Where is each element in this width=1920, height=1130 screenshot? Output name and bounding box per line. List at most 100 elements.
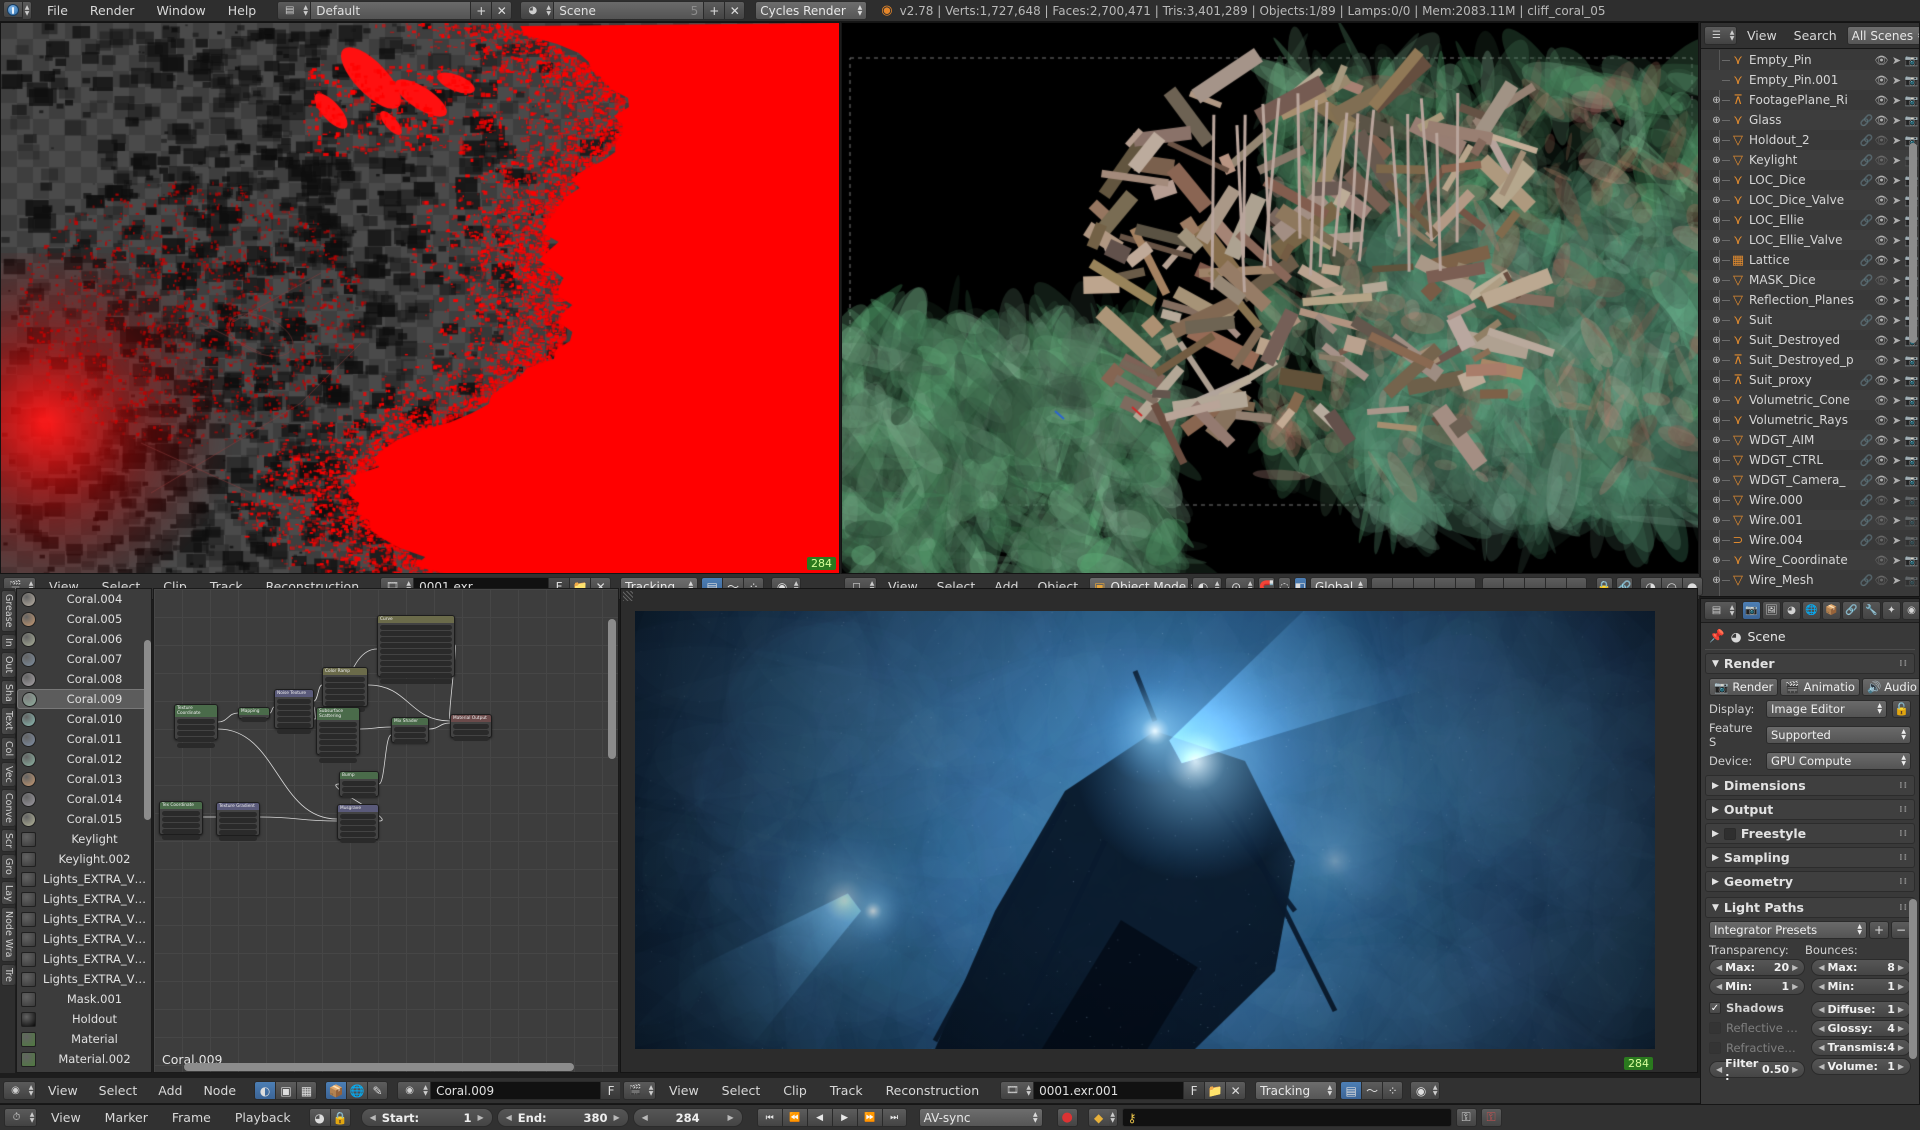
selectability-cursor-icon[interactable]: ➤ bbox=[1889, 414, 1904, 427]
outliner-row[interactable]: ⊕▽MASK_Dice🔗👁➤📷 bbox=[1701, 270, 1919, 290]
selectability-cursor-icon[interactable]: ➤ bbox=[1889, 114, 1904, 127]
menu-window[interactable]: Window bbox=[145, 0, 216, 22]
visibility-eye-icon[interactable]: 👁 bbox=[1874, 214, 1889, 227]
blender-logo-icon[interactable] bbox=[3, 1, 23, 18]
material-list-item-selected[interactable]: Coral.009 bbox=[17, 689, 151, 709]
material-list-item[interactable]: Mask.001 bbox=[17, 989, 151, 1009]
visibility-eye-icon[interactable]: 👁 bbox=[1874, 374, 1889, 387]
outliner-display-mode-select[interactable]: All Scenes ▲▼ bbox=[1847, 26, 1920, 45]
selectability-cursor-icon[interactable]: ➤ bbox=[1889, 274, 1904, 287]
properties-tab-constraint-icon[interactable]: 🔗 bbox=[1842, 601, 1861, 620]
properties-tab-scene-icon[interactable]: ◕ bbox=[1782, 601, 1801, 620]
outliner-row[interactable]: ⊕▽Keylight🔗👁➤📷 bbox=[1701, 150, 1919, 170]
selectability-cursor-icon[interactable]: ➤ bbox=[1889, 154, 1904, 167]
expand-toggle-icon[interactable]: ⊕ bbox=[1711, 515, 1722, 526]
render-engine-select[interactable]: Cycles Render ▲▼ bbox=[755, 1, 867, 20]
properties-tab-physics-icon[interactable]: ◉ bbox=[1902, 601, 1920, 620]
renderability-camera-icon[interactable]: 📷 bbox=[1904, 454, 1919, 467]
material-list-item[interactable]: Material.002 bbox=[17, 1049, 151, 1069]
shader-node[interactable]: Texture Gradient bbox=[216, 802, 260, 836]
jump-start-icon[interactable]: ⏮ bbox=[757, 1108, 782, 1127]
new-scene-button[interactable]: + bbox=[703, 1, 724, 20]
visibility-eye-icon[interactable]: 👁 bbox=[1874, 154, 1889, 167]
timeline-menu-frame[interactable]: Frame bbox=[162, 1105, 221, 1130]
clip2-menu-track[interactable]: Track bbox=[820, 1078, 873, 1104]
selectability-cursor-icon[interactable]: ➤ bbox=[1889, 354, 1904, 367]
rewind-icon[interactable]: ⏪ bbox=[782, 1108, 807, 1127]
outliner-row[interactable]: ⊕⊼FootagePlane_Ri👁➤📷 bbox=[1701, 90, 1919, 110]
timeline-editor-type-spinner[interactable]: ▲▼ bbox=[28, 1108, 37, 1127]
playback-transport-controls[interactable]: ⏮ ⏪ ◀ ▶ ⏩ ⏭ bbox=[757, 1108, 907, 1127]
material-list-item[interactable]: Coral.004 bbox=[17, 589, 151, 609]
rail-tab[interactable]: Tre bbox=[1, 964, 16, 986]
properties-editor-type-spinner[interactable]: ▲▼ bbox=[1728, 601, 1737, 620]
feature-set-select[interactable]: Supported ▲▼ bbox=[1766, 726, 1911, 744]
selectability-cursor-icon[interactable]: ➤ bbox=[1889, 334, 1904, 347]
menu-file[interactable]: File bbox=[36, 0, 79, 22]
selectability-cursor-icon[interactable]: ➤ bbox=[1889, 134, 1904, 147]
editor-type-spinner[interactable]: ▲▼ bbox=[23, 1, 32, 20]
outliner-menu-search[interactable]: Search bbox=[1787, 23, 1844, 49]
visibility-eye-icon[interactable]: 👁 bbox=[1874, 254, 1889, 267]
properties-editor[interactable]: ▤ ▲▼ 📷🖼◕🌐📦🔗🔧✦◉ 📌 ◕ Scene ▼ Render ⁞⁞ 📷 R… bbox=[1700, 598, 1920, 1130]
visibility-eye-icon[interactable]: 👁 bbox=[1874, 94, 1889, 107]
filter-glossy-field[interactable]: ◀Filter : 0.50▶ bbox=[1709, 1061, 1805, 1078]
material-list-item[interactable]: Coral.008 bbox=[17, 669, 151, 689]
expand-toggle-icon[interactable]: ⊕ bbox=[1711, 575, 1722, 586]
selectability-cursor-icon[interactable]: ➤ bbox=[1889, 54, 1904, 67]
clip2-editor-type-icon[interactable]: 🎬 bbox=[623, 1081, 647, 1100]
rail-tab[interactable]: Lay bbox=[1, 881, 16, 906]
visibility-eye-icon[interactable]: 👁 bbox=[1874, 414, 1889, 427]
outliner-row[interactable]: ⊕▽WDGT_AIM🔗👁➤📷 bbox=[1701, 430, 1919, 450]
expand-toggle-icon[interactable]: ⊕ bbox=[1711, 295, 1722, 306]
transparency-max-field[interactable]: ◀Max: 20▶ bbox=[1709, 959, 1805, 976]
render-animation-button[interactable]: 🎬 Animatio bbox=[1780, 678, 1860, 696]
rail-tab[interactable]: Text bbox=[1, 707, 16, 734]
integrator-presets-select[interactable]: Integrator Presets ▲▼ bbox=[1709, 921, 1867, 939]
display-lock-icon[interactable]: 🔓 bbox=[1892, 700, 1911, 718]
expand-toggle-icon[interactable]: ⊕ bbox=[1711, 115, 1722, 126]
clip2-mode-select[interactable]: Tracking ▲▼ bbox=[1255, 1081, 1337, 1100]
expand-toggle-icon[interactable]: ⊕ bbox=[1711, 195, 1722, 206]
expand-toggle-icon[interactable]: ⊕ bbox=[1711, 375, 1722, 386]
node-menu-add[interactable]: Add bbox=[149, 1078, 191, 1104]
outliner-row[interactable]: ⊕⋎LOC_Ellie🔗👁➤📷 bbox=[1701, 210, 1919, 230]
collapsed-section-freestyle[interactable]: ▶Freestyle⁞⁞ bbox=[1705, 823, 1915, 844]
rail-tab[interactable]: Conve bbox=[1, 789, 16, 827]
clip2-view-dopesheet-icon[interactable]: ⁘ bbox=[1382, 1081, 1403, 1100]
linestyle-shader-icon[interactable]: ✎ bbox=[367, 1081, 388, 1100]
properties-editor-type-icon[interactable]: ▤ bbox=[1704, 601, 1728, 620]
collapsed-section-output[interactable]: ▶Output⁞⁞ bbox=[1705, 799, 1915, 820]
visibility-eye-icon[interactable]: 👁 bbox=[1874, 114, 1889, 127]
clip2-browse-spinner[interactable]: ▲▼ bbox=[1024, 1081, 1033, 1100]
rail-tab[interactable]: In bbox=[1, 634, 16, 651]
renderability-camera-icon[interactable]: 📷 bbox=[1904, 514, 1919, 527]
material-list-item[interactable]: Lights_EXTRA_V… bbox=[17, 969, 151, 989]
visibility-eye-icon[interactable]: 👁 bbox=[1874, 474, 1889, 487]
material-list-item[interactable]: Coral.010 bbox=[17, 709, 151, 729]
keying-set-field[interactable]: ⚷ bbox=[1122, 1108, 1452, 1127]
material-list-item[interactable]: Lights_EXTRA_V… bbox=[17, 869, 151, 889]
visibility-eye-icon[interactable]: 👁 bbox=[1874, 534, 1889, 547]
node-editor-tool-rail[interactable]: GreaseInOutShaTextColVecConveScrGroLayNo… bbox=[0, 588, 15, 1073]
clip2-menu-reconstruction[interactable]: Reconstruction bbox=[876, 1078, 990, 1104]
renderability-camera-icon[interactable]: 📷 bbox=[1904, 54, 1919, 67]
outliner-editor-type-icon[interactable]: ☰ bbox=[1704, 26, 1728, 45]
delete-keyframe-icon[interactable]: ⚿ bbox=[1481, 1108, 1502, 1127]
screen-layout-name[interactable]: Default bbox=[310, 1, 470, 20]
properties-tab-render-layers-icon[interactable]: 🖼 bbox=[1762, 601, 1781, 620]
selectability-cursor-icon[interactable]: ➤ bbox=[1889, 374, 1904, 387]
outliner-row[interactable]: ⊕▽Holdout_2🔗👁➤📷 bbox=[1701, 130, 1919, 150]
clip2-menu-clip[interactable]: Clip bbox=[773, 1078, 817, 1104]
frame-end-field[interactable]: ◀ End: 380 ▶ bbox=[497, 1108, 629, 1127]
visibility-eye-icon[interactable]: 👁 bbox=[1874, 354, 1889, 367]
shader-node[interactable]: Mix Shader bbox=[391, 717, 429, 743]
bounces-max-field[interactable]: ◀Max: 8▶ bbox=[1811, 959, 1911, 976]
selectability-cursor-icon[interactable]: ➤ bbox=[1889, 494, 1904, 507]
visibility-eye-icon[interactable]: 👁 bbox=[1874, 174, 1889, 187]
outliner-extra-icon[interactable]: 🔗 bbox=[1859, 134, 1874, 147]
outliner-extra-icon[interactable]: 🔗 bbox=[1859, 514, 1874, 527]
outliner-extra-icon[interactable]: 🔗 bbox=[1859, 214, 1874, 227]
bounces-min-field[interactable]: ◀Min: 1▶ bbox=[1811, 978, 1911, 995]
expand-toggle-icon[interactable]: ⊕ bbox=[1711, 475, 1722, 486]
